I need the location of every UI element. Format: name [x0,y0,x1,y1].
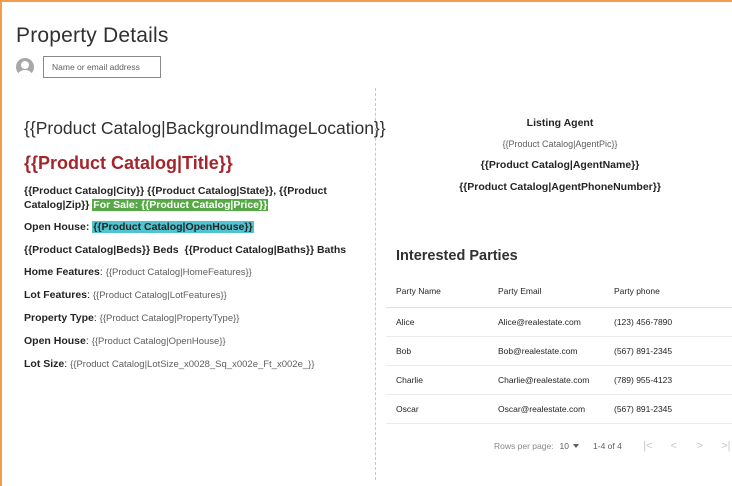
background-image-text: {{Product Catalog|BackgroundImageLocatio… [24,118,386,138]
table-row[interactable]: Oscar Oscar@realestate.com (567) 891-234… [386,395,732,424]
interested-parties-table: Party Name Party Email Party phone Alice… [386,274,732,424]
table-pager: Rows per page: 10 1-4 of 4 |< < > >| [386,436,732,456]
open-house-field-line: Open House: {{Product Catalog|OpenHouse}… [24,335,226,347]
home-features-value: {{Product Catalog|HomeFeatures}} [105,267,252,278]
beds-label: Beds [152,244,179,256]
home-features-label: Home Features [24,266,100,278]
first-page-icon[interactable]: |< [642,440,654,452]
people-picker-input[interactable] [43,56,161,78]
property-type-value: {{Product Catalog|PropertyType}} [99,313,240,324]
listing-agent: Listing Agent {{Product Catalog|AgentPic… [384,117,732,193]
column-divider [375,88,376,480]
background-image-placeholder: {{Product Catalog|BackgroundImageLocatio… [24,118,386,139]
lot-features-label: Lot Features [24,289,88,301]
agent-pic-placeholder: {{Product Catalog|AgentPic}} [502,139,618,149]
property-type-label: Property Type [24,312,94,324]
lot-size-value: {{Product Catalog|LotSize_x0028_Sq_x002e… [70,359,315,370]
table-row[interactable]: Alice Alice@realestate.com (123) 456-789… [386,308,732,337]
interested-parties-title: Interested Parties [396,248,518,264]
person-avatar-icon [16,58,34,76]
previous-page-icon[interactable]: < [668,440,680,452]
agent-name: {{Product Catalog|AgentName}} [480,159,640,171]
lot-features-value: {{Product Catalog|LotFeatures}} [92,290,227,301]
party-name-cell: Bob [396,346,412,356]
listing-agent-heading: Listing Agent [526,117,594,129]
rows-per-page-select[interactable]: 10 [559,441,580,451]
party-phone-cell: (567) 891-2345 [614,346,673,356]
column-header-party-email[interactable]: Party Email [498,286,614,296]
baths-field: {{Product Catalog|Baths}} [184,244,315,256]
table-row[interactable]: Charlie Charlie@realestate.com (789) 955… [386,366,732,395]
page-range: 1-4 of 4 [593,441,622,451]
party-name-cell: Charlie [396,375,423,385]
last-page-icon[interactable]: >| [720,440,732,452]
baths-label: Baths [316,244,347,256]
agent-phone: {{Product Catalog|AgentPhoneNumber}} [459,181,661,193]
open-house-label: Open House [24,221,86,233]
party-name-cell: Oscar [396,404,419,414]
beds-baths-line: {{Product Catalog|Beds}} Beds {{Product … [24,243,364,257]
table-row[interactable]: Bob Bob@realestate.com (567) 891-2345 [386,337,732,366]
open-house-value: {{Product Catalog|OpenHouse}} [92,221,254,233]
open-house-field-label: Open House [24,335,86,347]
party-phone-cell: (123) 456-7890 [614,317,673,327]
lot-size-label: Lot Size [24,358,65,370]
lot-size-line: Lot Size: {{Product Catalog|LotSize_x002… [24,358,315,370]
people-picker [16,56,161,78]
zip-prefix: {{Product [279,185,327,197]
next-page-icon[interactable]: > [694,440,706,452]
listing-details: {{Product Catalog|BackgroundImageLocatio… [24,118,386,372]
zip-field: Catalog|Zip}} [24,199,90,211]
party-name-cell: Alice [396,317,415,327]
address-line: {{Product Catalog|City}} {{Product Catal… [24,185,327,211]
rows-per-page-value: 10 [559,441,570,451]
home-features-line: Home Features: {{Product Catalog|HomeFea… [24,266,252,278]
open-house-field-value: {{Product Catalog|OpenHouse}} [91,336,226,347]
party-email-cell: Charlie@realestate.com [498,375,590,385]
rows-per-page-label: Rows per page: [494,441,554,451]
party-phone-cell: (567) 891-2345 [614,404,673,414]
listing-title: {{Product Catalog|Title}} [24,153,364,174]
party-phone-cell: (789) 955-4123 [614,375,673,385]
page-title: Property Details [16,24,169,47]
table-header-row: Party Name Party Email Party phone [386,274,732,308]
party-email-cell: Bob@realestate.com [498,346,578,356]
beds-field: {{Product Catalog|Beds}} [24,244,151,256]
column-header-party-phone[interactable]: Party phone [614,286,732,296]
state-field: {{Product Catalog|State}} [147,185,274,197]
column-header-party-name[interactable]: Party Name [386,286,498,296]
for-sale-price: For Sale: {{Product Catalog|Price}} [92,199,269,211]
party-email-cell: Oscar@realestate.com [498,404,586,414]
party-email-cell: Alice@realestate.com [498,317,581,327]
property-type-line: Property Type: {{Product Catalog|Propert… [24,312,240,324]
lot-features-line: Lot Features: {{Product Catalog|LotFeatu… [24,289,227,301]
city-field: {{Product Catalog|City}} [24,185,145,197]
open-house-line: Open House: {{Product Catalog|OpenHouse}… [24,221,254,233]
listing-title-text: {{Product Catalog|Title}} [24,153,233,173]
caret-down-icon [573,444,580,448]
